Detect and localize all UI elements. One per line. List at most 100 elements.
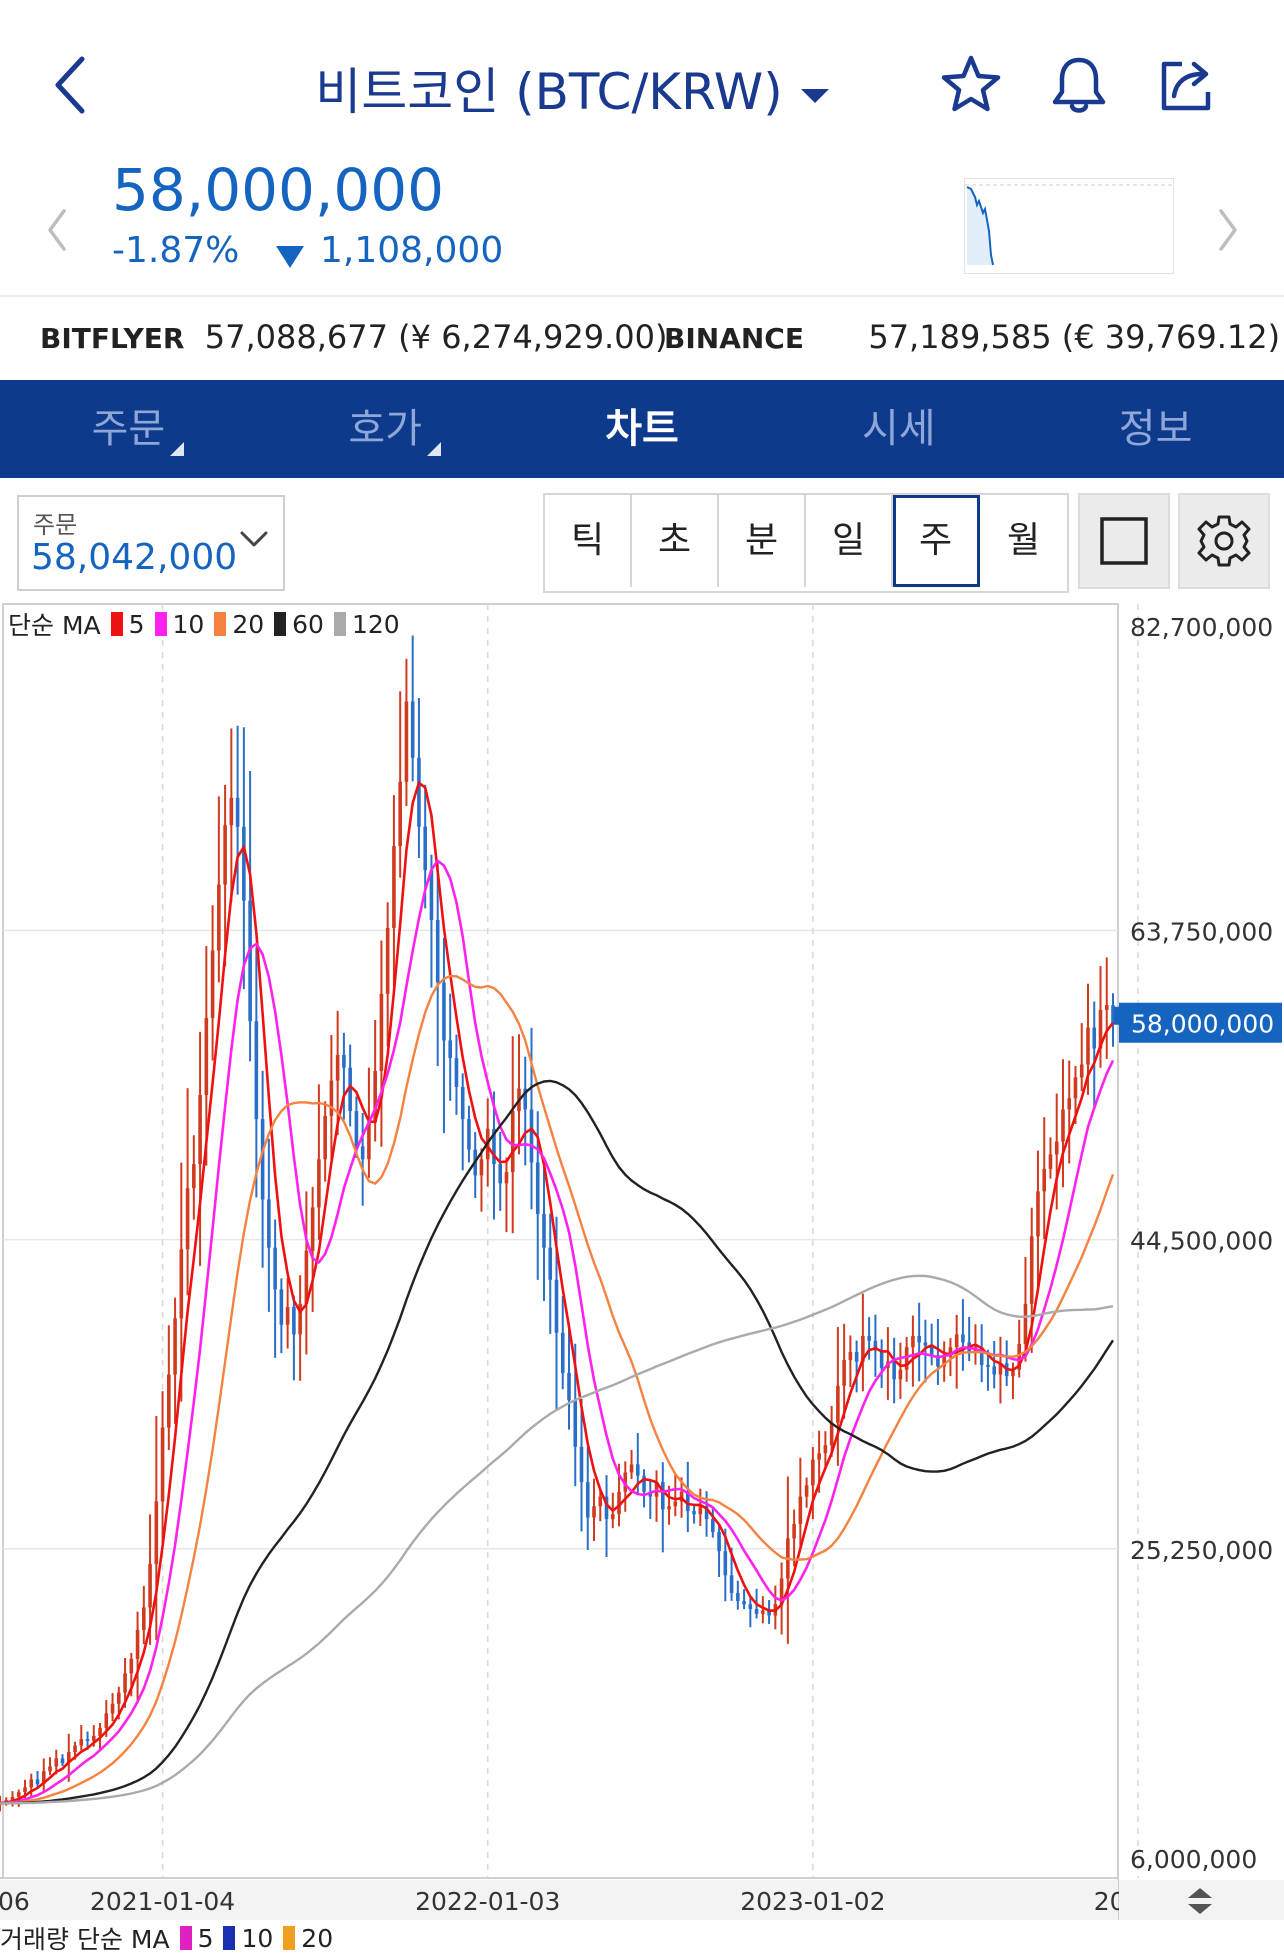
candle-body (79, 1739, 84, 1746)
candle-body (986, 1364, 990, 1367)
candle-body (1104, 1005, 1109, 1010)
price-chart[interactable]: 82,700,000 63,750,000 44,500,000 25,250,000… (0, 602, 1284, 1935)
candle-body (729, 1575, 734, 1593)
candle-body (892, 1361, 896, 1380)
chevron-left-icon[interactable] (50, 55, 90, 115)
candle-body (1092, 1027, 1097, 1049)
candle-body (185, 1188, 190, 1250)
vma20-swatch-icon (283, 1926, 296, 1950)
period-month[interactable]: 월 (980, 495, 1067, 587)
candle-body (560, 1332, 565, 1373)
chevron-down-icon (240, 531, 268, 547)
x-tick-label: 2022-01-03 (415, 1887, 560, 1916)
candle-body (1067, 1098, 1072, 1110)
candle-body (823, 1445, 828, 1454)
candle-body (879, 1350, 884, 1369)
candle-body (323, 1115, 327, 1160)
tab-order[interactable]: 주문 (0, 380, 257, 478)
candle-body (392, 846, 396, 928)
candle-body (379, 993, 384, 1071)
ma20-swatch-icon (214, 612, 227, 636)
candle-body (91, 1735, 96, 1741)
exchange-name: BITFLYER (40, 322, 185, 355)
candle-body (848, 1352, 853, 1361)
tab-chart[interactable]: 차트 (514, 380, 771, 478)
candle-body (48, 1766, 52, 1772)
candle-body (60, 1758, 65, 1764)
candle-body (198, 1095, 202, 1165)
candle-body (223, 825, 227, 885)
candle-body (16, 1792, 21, 1797)
period-second[interactable]: 초 (632, 495, 719, 587)
tab-quotes[interactable]: 시세 (770, 380, 1027, 478)
candle-body (504, 1172, 509, 1184)
candle-body (360, 1146, 365, 1160)
candle-body (798, 1496, 803, 1524)
candle-body (742, 1600, 746, 1605)
prev-coin-icon[interactable] (42, 205, 72, 255)
candle-body (329, 1080, 334, 1116)
drawing-tool-button[interactable] (1078, 493, 1170, 589)
ma-legend-prefix: 단순 MA (8, 611, 101, 640)
coin-title-dropdown[interactable]: 비트코인 (BTC/KRW) (315, 52, 829, 124)
star-icon[interactable] (938, 52, 1004, 118)
tab-info[interactable]: 정보 (1027, 380, 1284, 478)
ma60-swatch-icon (274, 612, 287, 636)
candle-body (954, 1334, 959, 1348)
current-price: 58,000,000 (112, 156, 445, 224)
tab-orderbook[interactable]: 호가 (257, 380, 514, 478)
candle-body (698, 1506, 703, 1515)
candle-body (717, 1531, 721, 1552)
candle-body (442, 982, 446, 1041)
candle-body (610, 1514, 615, 1520)
candle-body (460, 1086, 465, 1120)
candle-body (279, 1289, 284, 1325)
candle-body (535, 1162, 540, 1214)
candle-body (842, 1360, 846, 1386)
vma10-label: 10 (241, 1923, 274, 1953)
y-tick-label: 25,250,000 (1130, 1536, 1273, 1565)
candle-body (635, 1464, 640, 1476)
candle-body (448, 1040, 453, 1059)
candle-body (917, 1335, 921, 1343)
candle-body (110, 1703, 115, 1714)
candle-body (85, 1739, 90, 1742)
period-tick[interactable]: 틱 (545, 495, 632, 587)
period-week[interactable]: 주 (893, 495, 980, 587)
bell-icon[interactable] (1046, 52, 1112, 118)
candle-body (1086, 1027, 1090, 1065)
candle-body (54, 1758, 59, 1767)
candle-body (154, 1501, 159, 1565)
tab-label: 시세 (861, 406, 936, 452)
candle-body (660, 1482, 665, 1510)
share-icon[interactable] (1154, 52, 1220, 118)
candle-body (667, 1506, 671, 1510)
order-price-select[interactable]: 주문 58,042,000 (17, 495, 285, 591)
change-percent: -1.87% (112, 230, 240, 271)
y-tick-label: 63,750,000 (1130, 917, 1273, 946)
chart-settings-button[interactable] (1178, 493, 1270, 589)
candle-body (498, 1164, 503, 1184)
candle-body (529, 1109, 534, 1163)
candle-body (404, 701, 409, 782)
candle-body (73, 1745, 77, 1752)
candle-body (135, 1629, 140, 1659)
ma10-label: 10 (172, 609, 205, 639)
period-minute[interactable]: 분 (719, 495, 806, 587)
candle-body (1079, 1064, 1084, 1078)
vma10-swatch-icon (223, 1926, 236, 1950)
ma120-label: 120 (351, 609, 400, 639)
candle-body (160, 1427, 165, 1502)
candle-body (423, 826, 427, 871)
ma20-label: 20 (232, 609, 265, 639)
period-day[interactable]: 일 (806, 495, 893, 587)
candle-body (1054, 1141, 1059, 1155)
candle-body (129, 1658, 134, 1674)
candle-body (242, 826, 246, 901)
next-coin-icon[interactable] (1213, 205, 1243, 255)
tab-label: 정보 (1118, 406, 1193, 452)
candle-body (1048, 1154, 1053, 1169)
candle-body (467, 1119, 471, 1150)
ma-legend: 단순 MA 5 10 20 60 120 (8, 606, 400, 642)
tab-label: 호가 (348, 406, 422, 452)
